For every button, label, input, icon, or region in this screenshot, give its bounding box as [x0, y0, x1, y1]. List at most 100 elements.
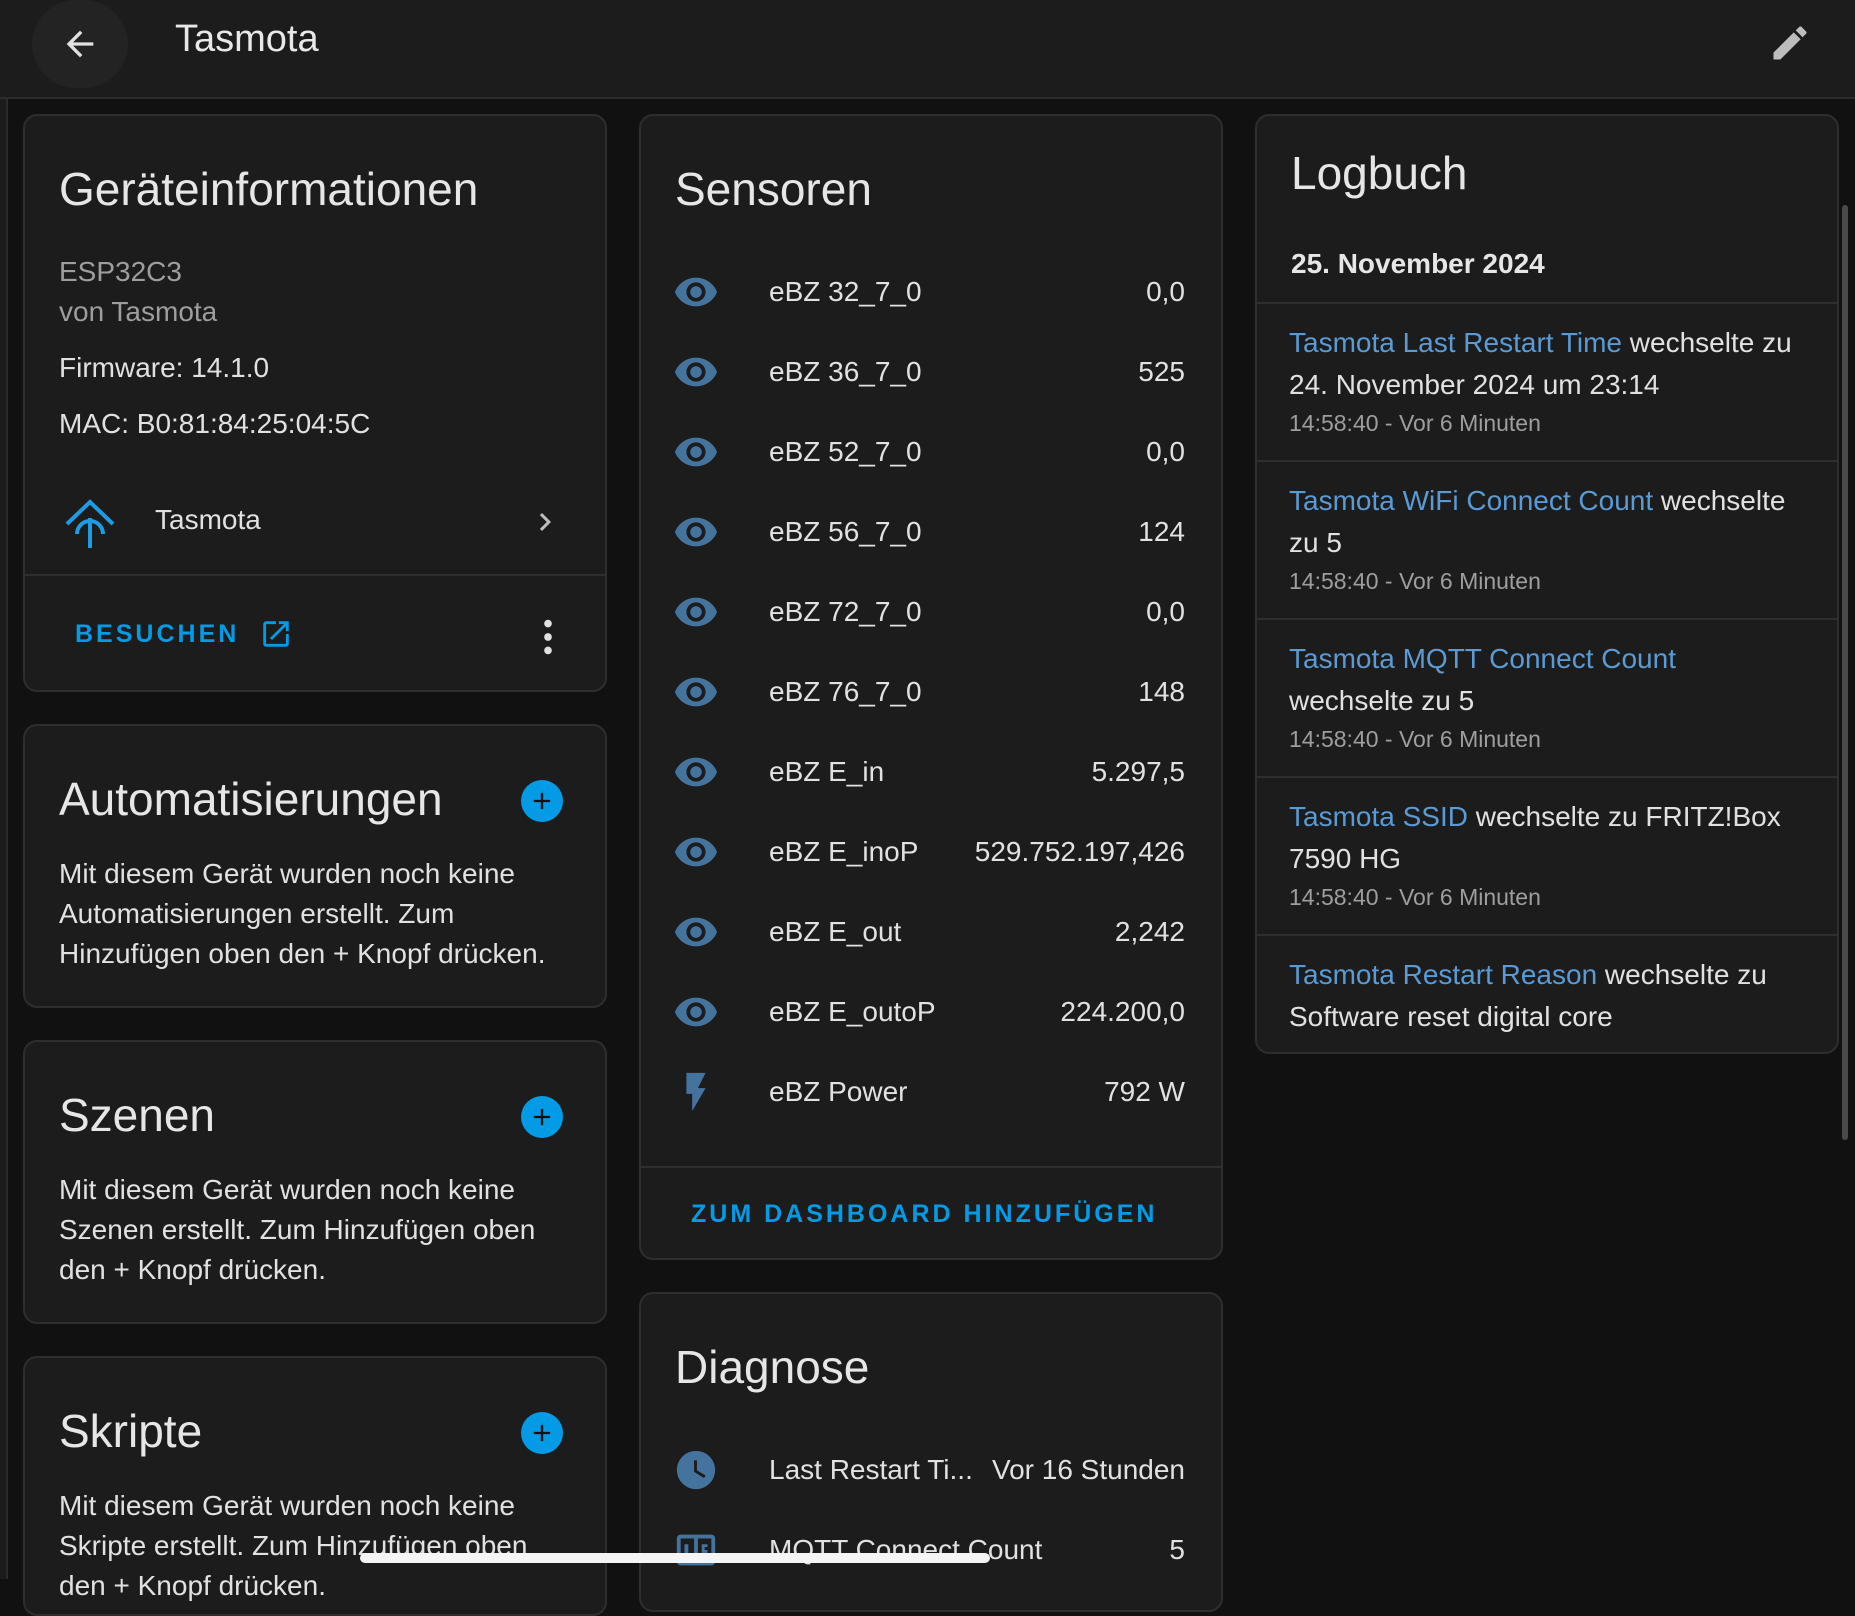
entity-row[interactable]: eBZ E_outoP 224.200,0 [641, 972, 1217, 1052]
entity-value: 792 W [1104, 1076, 1185, 1107]
side-strip [0, 0, 8, 1579]
eye-icon [671, 507, 721, 557]
entity-name: eBZ 76_7_0 [769, 676, 922, 707]
entity-name: eBZ 32_7_0 [769, 276, 922, 307]
top-app-bar: Tasmota [0, 0, 1855, 99]
card-title: Skripte [59, 1405, 203, 1457]
logbook-entry-text: Tasmota Last Restart Time wechselte zu 2… [1289, 322, 1805, 406]
logbook-card: Logbuch 25. November 2024 Tasmota Last R… [1255, 114, 1839, 1054]
sensor-list: eBZ 32_7_0 0,0 eBZ 36_7_0 525 eBZ 52_7_0 0,0 e… [641, 252, 1221, 1152]
entity-name: eBZ 72_7_0 [769, 596, 922, 627]
plus-icon [533, 1108, 551, 1126]
firmware-version: Firmware: 14.1.0 [59, 352, 270, 383]
home-indicator[interactable] [360, 1553, 990, 1563]
entity-row[interactable]: eBZ 36_7_0 525 [641, 332, 1217, 412]
card-title: Diagnose [675, 1341, 870, 1393]
logbook-entity-link[interactable]: Tasmota MQTT Connect Count [1289, 643, 1676, 674]
back-button[interactable] [32, 0, 128, 88]
logbook-entry: Tasmota MQTT Connect Count wechselte zu … [1257, 618, 1837, 776]
logbook-change-text: wechselte zu 5 [1289, 685, 1475, 716]
eye-icon [671, 827, 721, 877]
eye-icon [671, 907, 721, 957]
entity-row[interactable]: MQTT Connect Count 5 [641, 1510, 1217, 1590]
entity-row[interactable]: eBZ E_out 2,242 [641, 892, 1217, 972]
entity-row[interactable]: eBZ E_in 5.297,5 [641, 732, 1217, 812]
automations-card: Automatisierungen Mit diesem Gerät wurde… [23, 724, 607, 1008]
sensors-card: Sensoren eBZ 32_7_0 0,0 eBZ 36_7_0 525 eBZ 5… [639, 114, 1223, 1260]
card-divider [641, 1166, 1221, 1168]
entity-row[interactable]: eBZ E_inoP 529.752.197,426 [641, 812, 1217, 892]
card-title: Logbuch [1291, 147, 1468, 199]
logbook-entry-text: Tasmota Restart Reason wechselte zu Soft… [1289, 954, 1805, 1038]
chevron-right-icon [539, 513, 551, 531]
entity-row[interactable]: eBZ 52_7_0 0,0 [641, 412, 1217, 492]
diagnostic-list: Last Restart Ti... Vor 16 Stunden MQTT Con… [641, 1430, 1221, 1610]
card-title: Sensoren [675, 163, 872, 215]
entity-name: eBZ Power [769, 1076, 908, 1107]
add-to-dashboard-button[interactable]: ZUM DASHBOARD HINZUFÜGEN [691, 1200, 1157, 1229]
logbook-timestamp: 14:58:40 - Vor 6 Minuten [1289, 884, 1541, 910]
card-title: Geräteinformationen [59, 163, 479, 215]
entity-value: 124 [1138, 516, 1185, 547]
entity-name: eBZ E_inoP [769, 836, 919, 867]
logbook-timestamp: 14:58:40 - Vor 6 Minuten [1289, 568, 1541, 594]
entity-row[interactable]: eBZ 76_7_0 148 [641, 652, 1217, 732]
plus-icon [533, 792, 551, 810]
integration-name: Tasmota [155, 504, 261, 535]
logbook-entry: Tasmota Restart Reason wechselte zu Soft… [1257, 934, 1837, 1052]
entity-row[interactable]: Last Restart Ti... Vor 16 Stunden [641, 1430, 1217, 1510]
entity-value: 0,0 [1146, 436, 1185, 467]
arrow-left-icon [66, 30, 94, 58]
entity-value: 148 [1138, 676, 1185, 707]
entity-value: 5.297,5 [1091, 756, 1185, 787]
scenes-card: Szenen Mit diesem Gerät wurden noch kein… [23, 1040, 607, 1324]
logbook-timestamp: 14:58:40 - Vor 6 Minuten [1289, 410, 1541, 436]
entity-value: 529.752.197,426 [974, 836, 1185, 867]
entity-value: 525 [1138, 356, 1185, 387]
logbook-entity-link[interactable]: Tasmota Last Restart Time [1289, 327, 1622, 358]
empty-state-text: Mit diesem Gerät wurden noch keine Szene… [59, 1174, 536, 1285]
add-script-button[interactable] [521, 1412, 563, 1454]
entity-row[interactable]: eBZ Power 792 W [641, 1052, 1217, 1132]
integration-row[interactable]: Tasmota [25, 476, 605, 566]
add-automation-button[interactable] [521, 780, 563, 822]
logbook-entry: Tasmota SSID wechselte zu FRITZ!Box 7590… [1257, 776, 1837, 934]
logbook-entry: Tasmota Last Restart Time wechselte zu 2… [1257, 302, 1837, 460]
entity-row[interactable]: eBZ 72_7_0 0,0 [641, 572, 1217, 652]
flash-icon [671, 1067, 721, 1117]
device-info-card: Geräteinformationen ESP32C3 von Tasmota … [23, 114, 607, 692]
device-model: ESP32C3 [59, 256, 182, 287]
add-scene-button[interactable] [521, 1096, 563, 1138]
logbook-entity-link[interactable]: Tasmota SSID [1289, 801, 1468, 832]
device-manufacturer: von Tasmota [59, 296, 218, 327]
entity-value: 2,242 [1114, 916, 1185, 947]
edit-button[interactable] [1760, 18, 1820, 68]
logbook-entries: Tasmota Last Restart Time wechselte zu 2… [1257, 302, 1837, 1052]
tasmota-logo-icon [65, 499, 115, 548]
card-divider [25, 574, 605, 576]
scrollbar[interactable] [1842, 205, 1848, 1140]
empty-state-text: Mit diesem Gerät wurden noch keine Autom… [59, 858, 546, 969]
entity-row[interactable]: eBZ 32_7_0 0,0 [641, 252, 1217, 332]
entity-name: eBZ 36_7_0 [769, 356, 922, 387]
visit-button[interactable]: BESUCHEN [75, 612, 293, 656]
logbook-entity-link[interactable]: Tasmota Restart Reason [1289, 959, 1597, 990]
eye-icon [671, 267, 721, 317]
scripts-card: Skripte Mit diesem Gerät wurden noch kei… [23, 1356, 607, 1616]
visit-label: BESUCHEN [75, 619, 240, 648]
logbook-entry-text: Tasmota MQTT Connect Count wechselte zu … [1289, 638, 1805, 722]
eye-icon [671, 427, 721, 477]
logbook-entry: Tasmota WiFi Connect Count wechselte zu … [1257, 460, 1837, 618]
logbook-entity-link[interactable]: Tasmota WiFi Connect Count [1289, 485, 1653, 516]
logbook-date: 25. November 2024 [1291, 248, 1545, 279]
empty-state-text: Mit diesem Gerät wurden noch keine Skrip… [59, 1490, 528, 1601]
entity-value: 0,0 [1146, 596, 1185, 627]
eye-icon [671, 667, 721, 717]
diagnostics-card: Diagnose Last Restart Ti... Vor 16 Stunde… [639, 1292, 1223, 1612]
more-options-button[interactable] [525, 612, 571, 662]
entity-value: 5 [1169, 1534, 1185, 1565]
mac-address: MAC: B0:81:84:25:04:5C [59, 408, 371, 439]
logbook-timestamp: 14:58:40 - Vor 6 Minuten [1289, 726, 1541, 752]
eye-icon [671, 347, 721, 397]
entity-row[interactable]: eBZ 56_7_0 124 [641, 492, 1217, 572]
